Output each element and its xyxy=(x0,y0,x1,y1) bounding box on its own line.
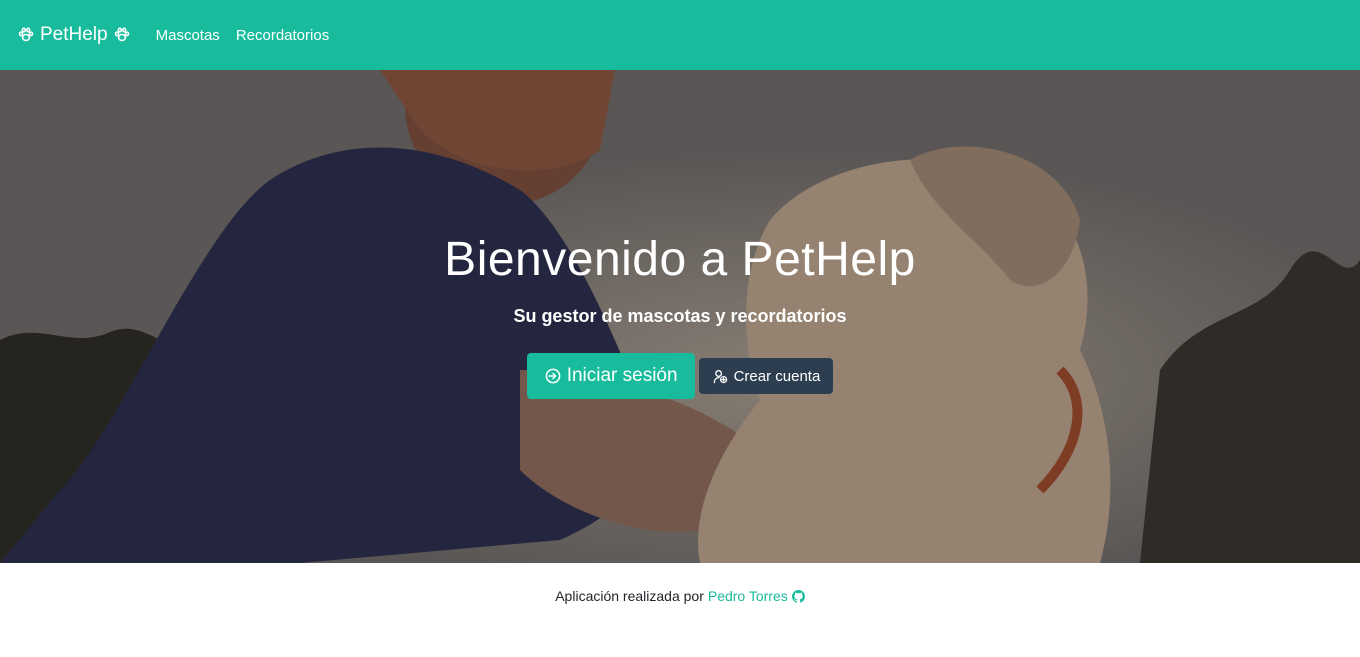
register-button[interactable]: Crear cuenta xyxy=(698,358,834,394)
brand-label: PetHelp xyxy=(40,24,108,45)
github-icon[interactable] xyxy=(791,589,805,603)
sign-in-icon xyxy=(545,368,561,384)
nav-link-recordatorios[interactable]: Recordatorios xyxy=(236,27,329,44)
footer: Aplicación realizada por Pedro Torres xyxy=(0,563,1360,657)
user-plus-icon xyxy=(713,369,727,383)
footer-text: Aplicación realizada por xyxy=(555,588,704,604)
hero-banner: Bienvenido a PetHelp Su gestor de mascot… xyxy=(0,70,1360,563)
paw-icon xyxy=(18,27,34,42)
hero-actions: Iniciar sesión Crear cuenta xyxy=(526,353,834,399)
footer-credit: Aplicación realizada por Pedro Torres xyxy=(555,587,805,605)
author-link[interactable]: Pedro Torres xyxy=(708,588,788,604)
brand-link[interactable]: PetHelp xyxy=(18,24,130,46)
register-button-label: Crear cuenta xyxy=(733,367,821,385)
hero-title: Bienvenido a PetHelp xyxy=(444,233,916,286)
nav-links: Mascotas Recordatorios xyxy=(156,27,330,44)
login-button-label: Iniciar sesión xyxy=(566,365,678,386)
navbar: PetHelp Mascotas Recordatorios xyxy=(0,0,1360,70)
nav-link-mascotas[interactable]: Mascotas xyxy=(156,27,220,44)
login-button[interactable]: Iniciar sesión xyxy=(526,353,695,399)
hero-subtitle: Su gestor de mascotas y recordatorios xyxy=(513,306,847,326)
hero-content: Bienvenido a PetHelp Su gestor de mascot… xyxy=(0,70,1360,563)
paw-icon xyxy=(114,27,129,42)
